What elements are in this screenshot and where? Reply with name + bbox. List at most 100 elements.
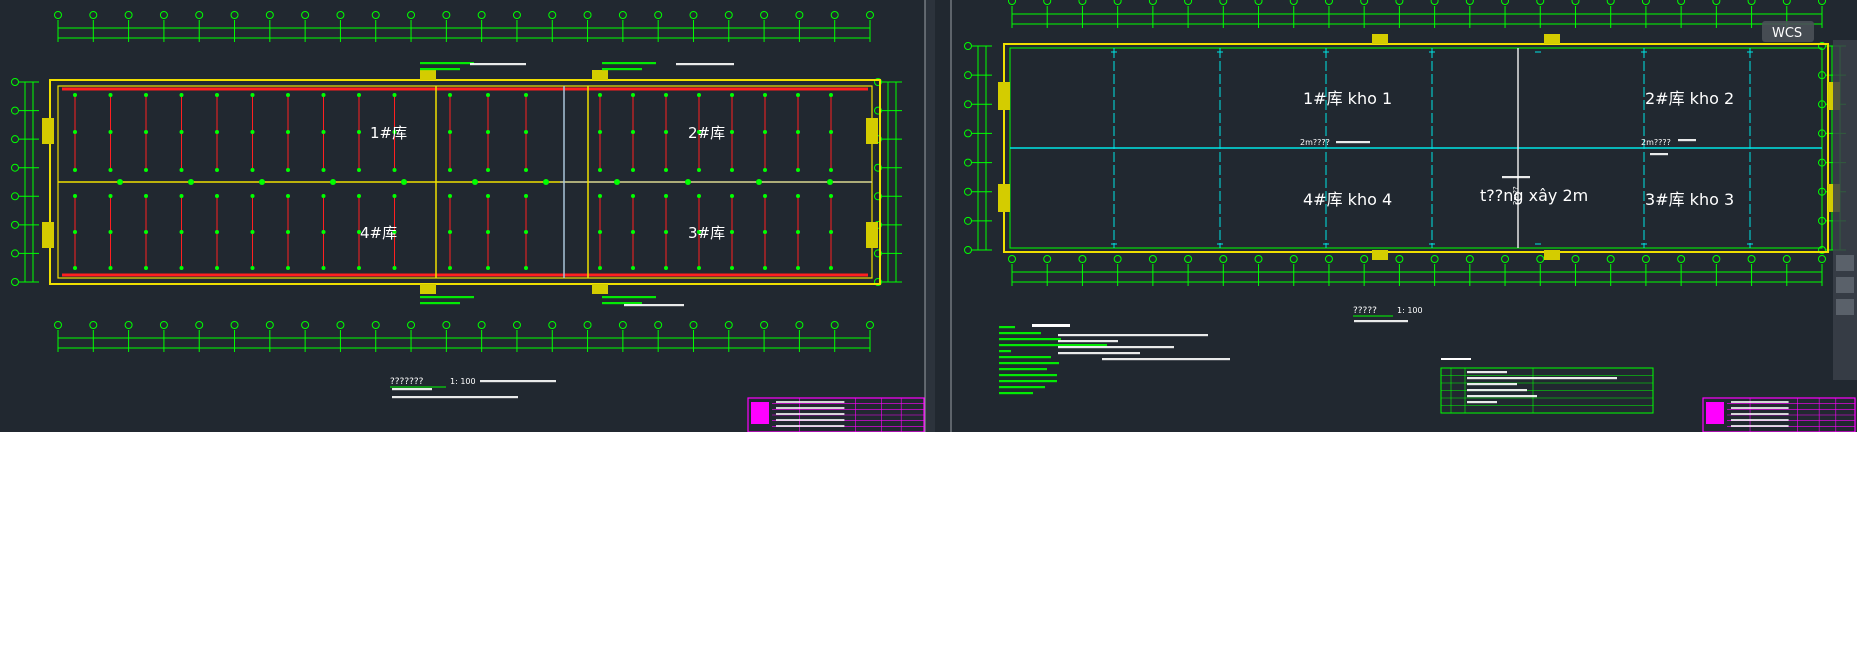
left-pipe-node	[524, 130, 528, 134]
left-top-axis-bubble	[724, 11, 733, 19]
left-leader-note-text	[420, 62, 474, 65]
right-annot-note-text	[1354, 320, 1408, 323]
right-notes-white-note-text	[1058, 340, 1118, 343]
left-bottom-axis-bubble	[477, 321, 486, 329]
cad-viewport[interactable]: 1#库 2#库 4#库 3#库 ??????? 1: 100 1#库 kho 1…	[0, 0, 1857, 432]
left-pipe-node	[73, 130, 77, 134]
left-plan-scale: 1: 100	[450, 377, 476, 386]
left-pipe-node	[144, 194, 148, 198]
left-pipe-node	[829, 194, 833, 198]
left-pipe-node	[486, 230, 490, 234]
left-top-axis-bubble	[230, 11, 239, 19]
right-notes-note-text	[999, 368, 1047, 371]
left-pipe-node	[108, 130, 113, 134]
cad-drawing-canvas[interactable]: 1#库 2#库 4#库 3#库 ??????? 1: 100 1#库 kho 1…	[0, 0, 1857, 432]
left-corridor-node	[259, 179, 265, 185]
right-bottom-axis-bubble	[1430, 255, 1439, 263]
left-bottom-axis-bubble	[195, 321, 204, 329]
left-pipe-node	[357, 266, 361, 270]
left-pipe-node	[357, 130, 361, 134]
right-annot-note-text	[1650, 153, 1668, 156]
right-bottom-axis-bubble	[1712, 255, 1721, 263]
left-pipe-node	[631, 168, 635, 172]
wcs-label: WCS	[1772, 26, 1802, 41]
left-pipe-node	[486, 130, 490, 134]
left-pipe-node	[144, 130, 148, 134]
left-equipment-block	[592, 70, 608, 80]
left-pipe-node	[357, 93, 361, 97]
left-pipe-node	[357, 194, 361, 198]
left-pipe-node	[286, 168, 290, 172]
left-top-axis-bubble	[618, 11, 627, 19]
left-bottom-axis-bubble	[583, 321, 592, 329]
left-pipe-node	[829, 130, 833, 134]
right-tb-text	[1731, 407, 1789, 409]
right-sheet[interactable]	[964, 0, 1856, 432]
left-pipe-node	[598, 93, 602, 97]
right-top-axis-bubble	[1747, 0, 1756, 5]
left-pipe-node	[829, 266, 833, 270]
left-pipe-node	[108, 168, 113, 172]
left-top-axis-bubble	[830, 11, 839, 19]
left-top-axis-bubble	[371, 11, 380, 19]
left-left-axis-bubble	[11, 135, 19, 144]
left-bottom-axis-bubble	[830, 321, 839, 329]
left-equipment-block	[420, 284, 436, 294]
right-left-axis-bubble	[964, 216, 972, 225]
wcs-badge[interactable]: WCS	[1762, 21, 1814, 42]
left-pipe-node	[730, 130, 734, 134]
right-top-axis-bubble	[1148, 0, 1157, 5]
left-pipe-node	[73, 194, 77, 198]
navigation-bar-icon[interactable]	[1833, 40, 1857, 380]
right-left-axis-bubble	[964, 71, 972, 80]
right-bottom-axis-bubble	[1219, 255, 1228, 263]
left-bottom-axis-bubble	[866, 321, 874, 329]
left-left-axis-bubble	[11, 278, 19, 286]
left-pipe-node	[108, 266, 113, 270]
right-notes-note-text	[999, 386, 1045, 389]
left-pipe-node	[215, 230, 219, 234]
right-bottom-axis-bubble	[1818, 255, 1826, 263]
right-bottom-axis-bubble	[1536, 255, 1545, 263]
right-dim-note-1: 2m????	[1300, 138, 1330, 147]
right-top-axis-bubble	[1113, 0, 1122, 5]
right-notes-note-text	[999, 350, 1011, 353]
left-room-4: 4#库	[360, 224, 397, 242]
right-bottom-axis-bubble	[1008, 255, 1016, 263]
right-top-axis-bubble	[1184, 0, 1193, 5]
right-bottom-axis-bubble	[1184, 255, 1193, 263]
left-pipe-node	[73, 93, 77, 97]
right-tb-text	[1731, 419, 1789, 421]
left-pipe-node	[250, 93, 255, 97]
left-tb-text	[776, 407, 845, 409]
right-annot-note-text	[1336, 141, 1370, 144]
left-pipe-node	[286, 130, 290, 134]
right-left-axis-bubble	[964, 129, 972, 138]
left-top-axis-bubble	[195, 11, 204, 19]
left-tb-text	[776, 419, 845, 421]
left-pipe-node	[664, 168, 668, 172]
left-corridor-node	[756, 179, 762, 185]
right-top-axis-bubble	[1712, 0, 1721, 5]
right-top-axis-bubble	[1324, 0, 1333, 5]
left-top-axis-bubble	[689, 11, 698, 19]
left-pipe-node	[524, 93, 528, 97]
left-pipe-node	[631, 93, 635, 97]
left-pipe-node	[697, 194, 701, 198]
right-notes-white-note-text	[1058, 346, 1174, 349]
right-notes-note-text	[999, 362, 1059, 365]
left-top-axis-bubble	[124, 11, 133, 19]
left-bottom-axis-bubble	[54, 321, 62, 329]
left-annot-note-text	[676, 63, 734, 66]
right-notes-note-text	[999, 392, 1033, 395]
viewport-divider	[925, 0, 935, 432]
left-pipe-node	[631, 230, 635, 234]
left-pipe-node	[524, 266, 528, 270]
left-pipe-node	[796, 230, 800, 234]
left-annot-note-text	[470, 63, 526, 66]
left-pipe-node	[144, 93, 148, 97]
left-pipe-node	[664, 230, 668, 234]
left-sheet[interactable]	[11, 11, 925, 433]
right-top-axis-bubble	[1008, 0, 1016, 5]
right-top-axis-bubble	[1395, 0, 1404, 5]
